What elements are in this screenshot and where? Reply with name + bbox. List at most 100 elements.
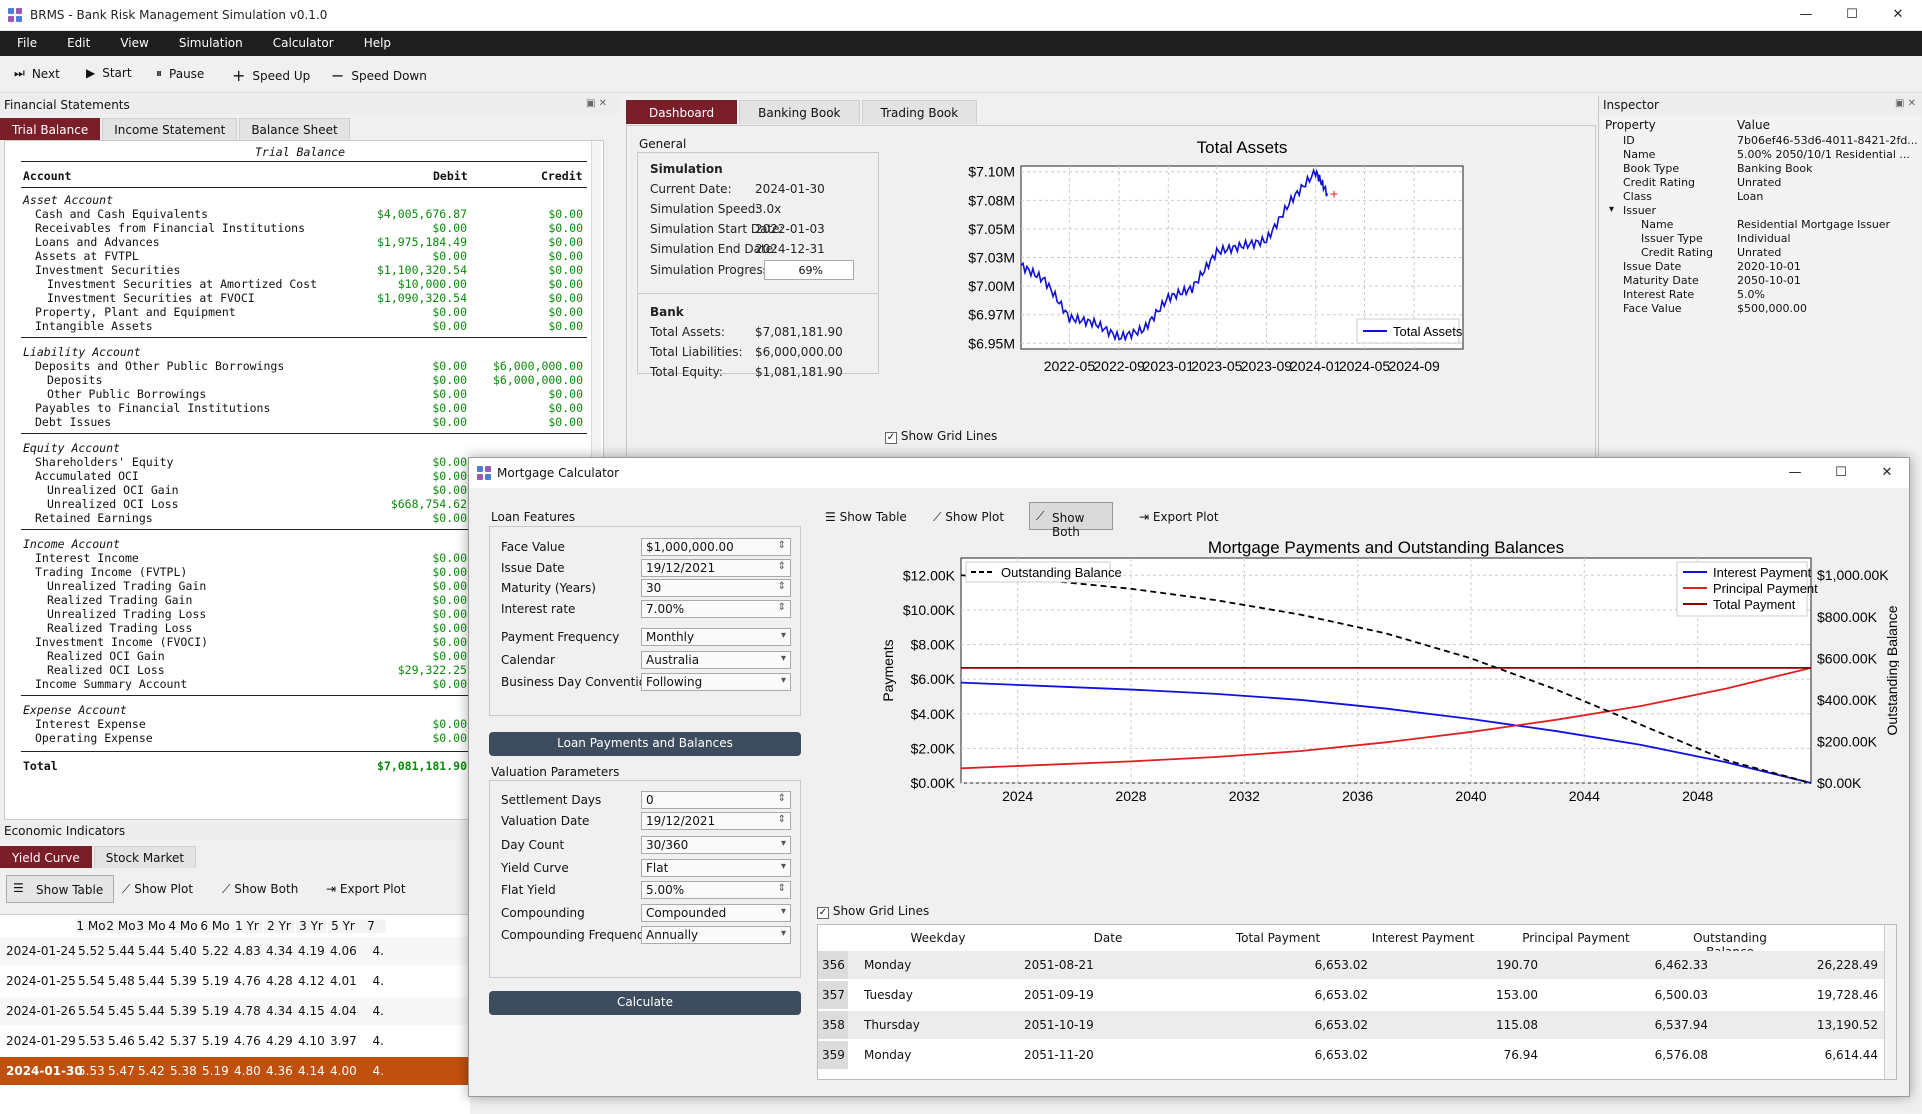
inspector-property[interactable]: Book Type (1623, 162, 1679, 175)
start-button[interactable]: ▶ Start (86, 66, 132, 80)
dropdown-select[interactable]: Compounded ▾ (641, 903, 791, 922)
inspector-property[interactable]: Class (1623, 190, 1652, 203)
yc-col-header[interactable]: 3 Yr (296, 919, 326, 933)
table-row[interactable]: 359 Monday 2051-11-20 6,653.02 76.94 6,576.08… (818, 1041, 1886, 1069)
dropdown-select[interactable]: Monthly ▾ (641, 628, 791, 646)
table-row[interactable]: 357 Tuesday 2051-09-19 6,653.02 153.00 6,500.… (818, 981, 1886, 1009)
minimize-button[interactable]: — (1775, 462, 1815, 484)
yc-col-header[interactable]: 2 Yr (264, 919, 294, 933)
field-value: Compounded (646, 905, 727, 920)
calc-show-table-button[interactable]: ☰ Show Table (825, 510, 907, 524)
table-col-header[interactable]: Principal Payment (1516, 931, 1636, 945)
yc-value: 4.76 (234, 974, 261, 988)
next-button[interactable]: ⏭ Next (14, 66, 60, 81)
dropdown-select[interactable]: Following ▾ (641, 673, 791, 691)
table-row[interactable]: 358 Thursday 2051-10-19 6,653.02 115.08 6,537… (818, 1011, 1886, 1039)
tab-yield-curve[interactable]: Yield Curve (0, 846, 92, 868)
spin-input[interactable]: 5.00% ⇕ (641, 881, 791, 899)
yc-col-header[interactable]: 6 Mo (200, 919, 230, 933)
yc-col-header[interactable]: 1 Mo (76, 919, 106, 933)
inspector-property[interactable]: Name (1623, 148, 1655, 161)
menu-simulation[interactable]: Simulation (179, 31, 243, 55)
table-col-header[interactable]: Weekday (878, 931, 998, 945)
yc-col-header[interactable]: 3 Mo (136, 919, 166, 933)
table-row[interactable]: 2024-01-29 5.53 5.46 5.42 5.37 5.19 4.76 4.29 4.… (0, 1027, 470, 1055)
econ-show-table-button[interactable]: ☰ Show Table (6, 875, 114, 903)
table-row[interactable]: 2024-01-24 5.52 5.44 5.44 5.40 5.22 4.83 4.34 4.… (0, 937, 470, 965)
econ-export-plot-button[interactable]: ⇥ Export Plot (326, 882, 406, 896)
calc-show-plot-button[interactable]: ⟋ Show Plot (933, 510, 1004, 525)
table-col-header[interactable]: Interest Payment (1363, 931, 1483, 945)
econ-show-both-button[interactable]: ⟋ Show Both (222, 882, 298, 897)
table-scrollbar[interactable] (1884, 925, 1896, 1079)
dock-float-icon[interactable]: ▣ ✕ (1895, 98, 1916, 109)
spin-input[interactable]: 19/12/2021 ⇕ (641, 558, 791, 577)
inspector-property[interactable]: Issuer (1623, 204, 1656, 217)
yc-col-header[interactable]: 7 (356, 919, 386, 933)
table-row[interactable]: 356 Monday 2051-08-21 6,653.02 190.70 6,462.3… (818, 951, 1886, 979)
table-col-header[interactable]: Total Payment (1218, 931, 1338, 945)
table-col-header[interactable]: Date (1048, 931, 1168, 945)
table-row[interactable]: 2024-01-25 5.54 5.48 5.44 5.39 5.19 4.76 4.28 4.… (0, 967, 470, 995)
inspector-property[interactable]: Issuer Type (1641, 232, 1703, 245)
menu-bar: File Edit View Simulation Calculator Help (0, 31, 1922, 56)
calc-grid-checkbox[interactable]: ✓ Show Grid Lines (817, 904, 929, 919)
tab-income-statement[interactable]: Income Statement (102, 118, 238, 140)
calculate-button[interactable]: Calculate (489, 991, 801, 1015)
spin-input[interactable]: 7.00% ⇕ (641, 599, 791, 618)
yc-col-header[interactable]: 4 Mo (168, 919, 198, 933)
table-row[interactable]: 2024-01-30 5.53 5.47 5.42 5.38 5.19 4.80 4.36 4.… (0, 1057, 470, 1085)
menu-help[interactable]: Help (364, 31, 391, 55)
spin-input[interactable]: $1,000,000.00 ⇕ (641, 538, 791, 556)
spin-input[interactable]: 30 ⇕ (641, 579, 791, 597)
menu-view[interactable]: View (120, 31, 148, 55)
spin-input[interactable]: 0 ⇕ (641, 791, 791, 809)
calc-export-plot-button[interactable]: ⇥ Export Plot (1139, 510, 1219, 524)
tab-trial-balance[interactable]: Trial Balance (0, 118, 101, 140)
inspector-property[interactable]: Credit Rating (1641, 246, 1713, 259)
dock-float-icon[interactable]: ▣ ✕ (586, 98, 607, 109)
menu-file[interactable]: File (17, 31, 37, 55)
show-grid-checkbox[interactable]: ✓ Show Grid Lines (885, 429, 997, 444)
close-button[interactable]: ✕ (1878, 4, 1918, 26)
menu-edit[interactable]: Edit (67, 31, 90, 55)
menu-calculator[interactable]: Calculator (273, 31, 334, 55)
speed-down-button[interactable]: − Speed Down (331, 66, 427, 85)
inspector-property[interactable]: Name (1641, 218, 1673, 231)
section-divider (21, 337, 587, 338)
inspector-property[interactable]: Face Value (1623, 302, 1682, 315)
tab-dashboard[interactable]: Dashboard (626, 100, 738, 124)
yc-col-header[interactable]: 2 Mo (106, 919, 136, 933)
speed-up-button[interactable]: + Speed Up (232, 66, 310, 85)
inspector-value: 5.0% (1737, 288, 1765, 301)
dropdown-select[interactable]: 30/360 ▾ (641, 836, 791, 854)
table-cell: 2051-08-21 (1024, 958, 1094, 972)
inspector-property[interactable]: ID (1623, 134, 1635, 147)
yc-col-header[interactable]: 5 Yr (328, 919, 358, 933)
pause-button[interactable]: ⏸ Pause (156, 66, 204, 81)
inspector-property[interactable]: Maturity Date (1623, 274, 1699, 287)
inspector-property[interactable]: Issue Date (1623, 260, 1681, 273)
minimize-button[interactable]: — (1786, 4, 1826, 26)
loan-payments-button[interactable]: Loan Payments and Balances (489, 732, 801, 756)
econ-show-plot-button[interactable]: ⟋ Show Plot (122, 882, 193, 897)
dropdown-select[interactable]: Annually ▾ (641, 926, 791, 944)
close-button[interactable]: ✕ (1867, 462, 1907, 484)
table-row[interactable]: 2024-01-26 5.54 5.45 5.44 5.39 5.19 4.78 4.34 4.… (0, 997, 470, 1025)
maximize-button[interactable]: ☐ (1832, 4, 1872, 26)
calc-show-both-button[interactable]: ⟋ Show Both (1029, 502, 1113, 539)
tab-trading-book[interactable]: Trading Book (861, 100, 978, 124)
yc-col-header[interactable]: 1 Yr (232, 919, 262, 933)
expand-arrow-icon[interactable]: ▾ (1609, 204, 1614, 215)
dropdown-select[interactable]: Flat ▾ (641, 858, 791, 877)
inspector-property[interactable]: Credit Rating (1623, 176, 1695, 189)
table-cell: Thursday (864, 1018, 920, 1032)
dropdown-select[interactable]: Australia ▾ (641, 650, 791, 669)
tab-balance-sheet[interactable]: Balance Sheet (239, 118, 350, 140)
x-tick-label: 2022-05 (1044, 358, 1096, 374)
spin-input[interactable]: 19/12/2021 ⇕ (641, 811, 791, 830)
inspector-property[interactable]: Interest Rate (1623, 288, 1694, 301)
tab-banking-book[interactable]: Banking Book (739, 100, 860, 124)
tab-stock-market[interactable]: Stock Market (93, 846, 197, 868)
maximize-button[interactable]: ☐ (1821, 462, 1861, 484)
